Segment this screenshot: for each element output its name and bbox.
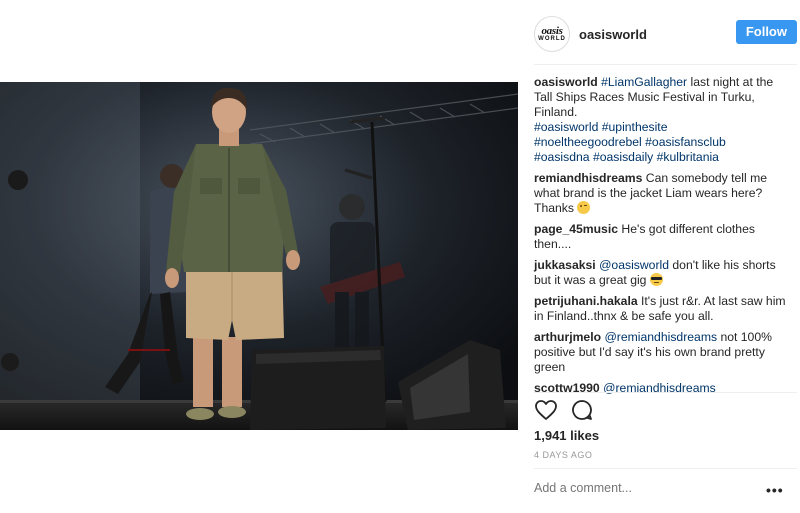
comment-item: jukkasaksi @oasisworld don't like his sh… — [534, 258, 789, 288]
concert-photo-image — [0, 82, 518, 430]
caption-mention[interactable]: #LiamGallagher — [601, 75, 687, 89]
add-comment-input[interactable] — [534, 481, 754, 495]
comments-list: oasisworld #LiamGallagher last night at … — [534, 75, 789, 402]
post-media-area — [0, 0, 518, 513]
caption-hashtags-2[interactable]: #noeltheegoodrebel #oasisfansclub — [534, 135, 726, 149]
comment-item: petrijuhani.hakala It's just r&r. At las… — [534, 294, 789, 324]
actions-divider — [534, 392, 797, 393]
comment-item: page_45music He's got different clothes … — [534, 222, 789, 252]
post-photo[interactable] — [0, 82, 518, 430]
comment-username[interactable]: page_45music — [534, 222, 618, 236]
comment-username[interactable]: arthurjmelo — [534, 330, 601, 344]
wink-emoji-icon — [577, 201, 591, 214]
comment-username[interactable]: remiandhisdreams — [534, 171, 642, 185]
follow-button[interactable]: Follow — [735, 20, 797, 44]
comment-item: scottw1990 @remiandhisdreams — [534, 381, 789, 396]
avatar-logo-text: oasis — [541, 24, 563, 37]
post-timestamp[interactable]: 4 DAYS AGO — [534, 450, 592, 460]
likes-count[interactable]: 1,941 likes — [534, 428, 599, 443]
comment-mention[interactable]: @remiandhisdreams — [604, 330, 717, 344]
header-divider — [534, 64, 797, 65]
header-username[interactable]: oasisworld — [579, 27, 647, 42]
post-sidebar: oasis WORLD oasisworld Follow oasisworld… — [518, 0, 800, 513]
comment-bubble-icon[interactable] — [570, 398, 594, 422]
post-actions — [534, 398, 606, 422]
caption: oasisworld #LiamGallagher last night at … — [534, 75, 789, 165]
comment-input-divider — [534, 468, 797, 469]
avatar[interactable]: oasis WORLD — [534, 16, 570, 52]
caption-hashtags-3[interactable]: #oasisdna #oasisdaily #kulbritania — [534, 150, 719, 164]
caption-username[interactable]: oasisworld — [534, 75, 598, 89]
comment-item: remiandhisdreams Can somebody tell me wh… — [534, 171, 789, 216]
comment-username[interactable]: jukkasaksi — [534, 258, 596, 272]
caption-hashtags-1[interactable]: #oasisworld #upinthesite — [534, 120, 667, 134]
heart-icon[interactable] — [534, 398, 558, 422]
avatar-logo-subtext: WORLD — [538, 35, 566, 42]
sunglasses-emoji-icon — [649, 273, 663, 286]
comment-mention[interactable]: @oasisworld — [599, 258, 669, 272]
comment-item: arthurjmelo @remiandhisdreams not 100% p… — [534, 330, 789, 375]
comment-username[interactable]: petrijuhani.hakala — [534, 294, 638, 308]
more-options-icon[interactable]: ••• — [766, 482, 784, 498]
post-header: oasis WORLD oasisworld Follow — [534, 14, 797, 54]
